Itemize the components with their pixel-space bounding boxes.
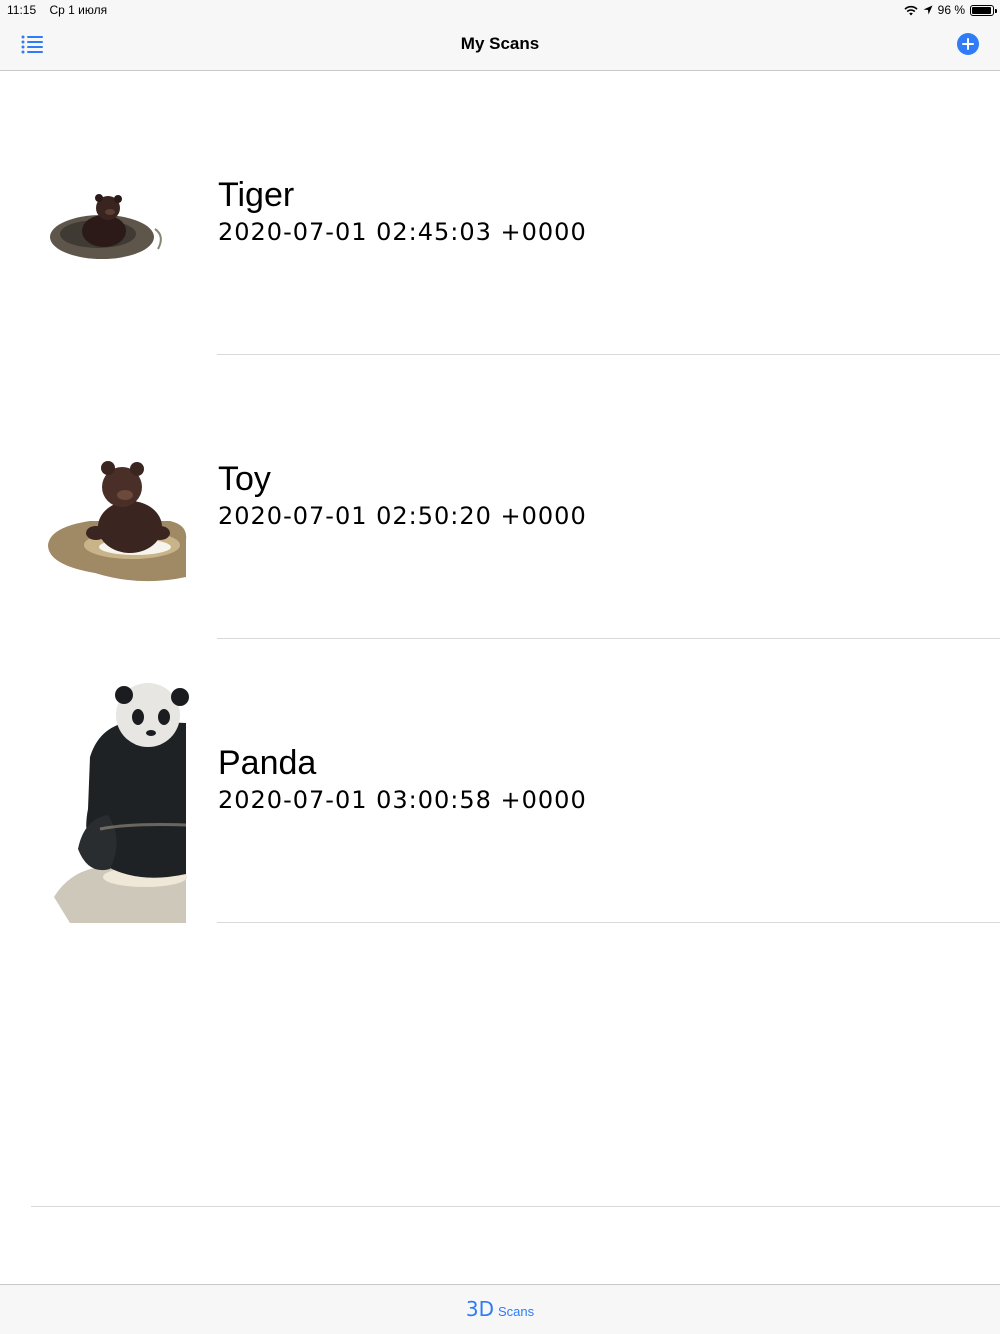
wifi-icon <box>904 5 918 15</box>
scan-date: 2020-07-01 03:00:58 +0000 <box>218 786 587 814</box>
tab-bar: 3D Scans <box>0 1284 1000 1334</box>
status-time: 11:15 <box>7 3 37 17</box>
status-date: Ср 1 июля <box>49 3 108 17</box>
battery-level <box>972 6 992 14</box>
row-separator <box>217 922 1000 923</box>
3d-icon: 3D <box>465 1297 494 1321</box>
list-bottom-separator <box>31 1206 1000 1207</box>
plus-circle-icon <box>957 33 979 55</box>
status-bar: 11:15 Ср 1 июля 96 % <box>0 0 1000 20</box>
battery-icon <box>970 4 997 16</box>
battery-percent: 96 % <box>937 3 965 17</box>
tab-label: Scans <box>497 1304 535 1319</box>
add-scan-button[interactable] <box>956 32 980 56</box>
scan-date: 2020-07-01 02:45:03 +0000 <box>218 218 587 246</box>
scan-list: Tiger 2020-07-01 02:45:03 +0000 Toy 2020… <box>0 71 1000 923</box>
status-right: 96 % <box>904 3 997 17</box>
scan-name: Tiger <box>218 176 295 214</box>
scan-row-toy[interactable]: Toy 2020-07-01 02:50:20 +0000 <box>0 355 1000 639</box>
scan-thumbnail-toy <box>40 355 190 639</box>
scan-date: 2020-07-01 02:50:20 +0000 <box>218 502 587 530</box>
tab-scans[interactable]: 3D Scans <box>0 1297 1000 1321</box>
scan-thumbnail-tiger <box>40 71 190 355</box>
scan-row-panda[interactable]: Panda 2020-07-01 03:00:58 +0000 <box>0 639 1000 923</box>
scan-thumbnail-panda <box>40 639 190 923</box>
scan-name: Panda <box>218 744 317 782</box>
location-arrow-icon <box>923 5 933 15</box>
page-title: My Scans <box>460 34 540 53</box>
status-left: 11:15 Ср 1 июля <box>7 3 117 17</box>
scan-row-tiger[interactable]: Tiger 2020-07-01 02:45:03 +0000 <box>0 71 1000 355</box>
navigation-bar: My Scans <box>0 20 1000 71</box>
scan-name: Toy <box>218 460 271 498</box>
